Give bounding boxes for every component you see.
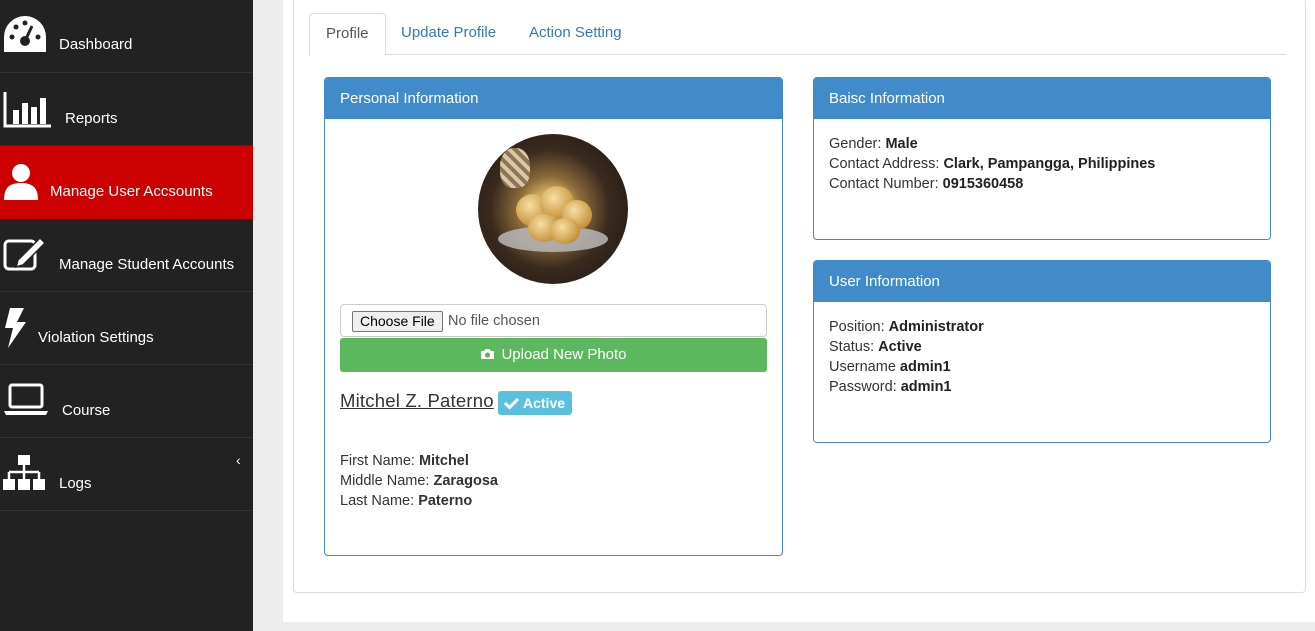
photo-file-input[interactable]: Choose File No file chosen	[340, 304, 767, 337]
position-row: Position: Administrator	[829, 317, 1255, 337]
main-content: Profile Update Profile Action Setting Pe…	[283, 0, 1315, 622]
user-information-panel: User Information Position: Administrator…	[813, 260, 1271, 443]
nav-label-violation-settings: Violation Settings	[38, 329, 154, 346]
full-name-link[interactable]: Mitchel Z. Paterno	[340, 390, 494, 412]
password-row: Password: admin1	[829, 377, 1255, 397]
nav-label-logs: Logs	[59, 475, 92, 492]
tab-bar: Profile Update Profile Action Setting	[309, 13, 1286, 56]
user-information-body: Position: Administrator Status: Active U…	[814, 302, 1270, 412]
laptop-icon	[4, 383, 48, 415]
middle-name-value: Zaragosa	[433, 473, 498, 489]
address-label: Contact Address:	[829, 156, 940, 172]
username-value: admin1	[899, 359, 951, 375]
position-label: Position:	[829, 319, 885, 335]
username-label: Username	[829, 359, 896, 375]
nav-label-manage-user-accounts: Manage User Accsounts	[50, 183, 213, 200]
choose-file-button[interactable]: Choose File	[352, 311, 443, 332]
address-value: Clark, Pampangga, Philippines	[943, 156, 1156, 172]
password-value: admin1	[900, 379, 952, 395]
edit-icon	[3, 236, 47, 271]
chevron-left-icon[interactable]: ‹	[236, 452, 241, 468]
nav-label-course: Course	[62, 402, 111, 419]
tab-update-profile[interactable]: Update Profile	[385, 13, 512, 53]
nav-reports[interactable]: Reports	[0, 73, 253, 146]
nav-dashboard[interactable]: Dashboard	[0, 0, 253, 73]
nav-violation-settings[interactable]: Violation Settings	[0, 292, 253, 365]
nav-label-manage-student-accounts: Manage Student Accounts	[59, 256, 235, 273]
basic-information-panel: Baisc Information Gender: Male Contact A…	[813, 77, 1271, 240]
tab-action-setting[interactable]: Action Setting	[513, 13, 638, 53]
personal-information-panel: Personal Information Choose File No file…	[324, 77, 783, 556]
name-details: First Name: Mitchel Middle Name: Zaragos…	[340, 451, 498, 511]
first-name-label: First Name:	[340, 453, 415, 469]
status-badge-label: Active	[523, 395, 566, 411]
status-label: Status:	[829, 339, 875, 355]
panel-title: Personal Information	[325, 78, 782, 119]
nav-manage-student-accounts[interactable]: Manage Student Accounts	[0, 219, 253, 292]
password-label: Password:	[829, 379, 897, 395]
dashboard-icon	[4, 16, 46, 52]
profile-card: Profile Update Profile Action Setting Pe…	[293, 0, 1306, 593]
upload-photo-button[interactable]: Upload New Photo	[340, 338, 767, 372]
username-row: Username admin1	[829, 357, 1255, 377]
gender-label: Gender:	[829, 136, 882, 152]
bolt-icon	[5, 308, 26, 348]
status-row: Status: Active	[829, 337, 1255, 357]
last-name-label: Last Name:	[340, 493, 415, 509]
user-icon	[4, 164, 38, 200]
file-status: No file chosen	[448, 313, 540, 329]
nav-manage-user-accounts[interactable]: Manage User Accsounts	[0, 146, 253, 219]
nav-label-reports: Reports	[65, 110, 118, 127]
contact-number-label: Contact Number:	[829, 176, 939, 192]
contact-number-value: 0915360458	[942, 176, 1024, 192]
status-value: Active	[878, 339, 922, 355]
last-name-row: Last Name: Paterno	[340, 491, 498, 511]
bar-chart-icon	[3, 92, 51, 128]
last-name-value: Paterno	[418, 493, 473, 509]
sitemap-icon	[3, 455, 45, 490]
check-icon	[503, 397, 520, 410]
nav-label-dashboard: Dashboard	[59, 36, 133, 53]
nav-course[interactable]: Course	[0, 365, 253, 438]
profile-photo	[478, 134, 628, 284]
gender-value: Male	[885, 136, 918, 152]
address-row: Contact Address: Clark, Pampangga, Phili…	[829, 154, 1255, 174]
sidebar: Dashboard Reports Manage User Accsounts …	[0, 0, 253, 631]
camera-icon	[481, 349, 495, 359]
first-name-value: Mitchel	[418, 453, 469, 469]
contact-number-row: Contact Number: 0915360458	[829, 174, 1255, 194]
status-badge: Active	[498, 391, 572, 415]
basic-information-body: Gender: Male Contact Address: Clark, Pam…	[814, 119, 1270, 209]
middle-name-row: Middle Name: Zaragosa	[340, 471, 498, 491]
tab-profile[interactable]: Profile	[309, 13, 386, 56]
gender-row: Gender: Male	[829, 134, 1255, 154]
nav-logs[interactable]: Logs ‹	[0, 438, 253, 511]
upload-photo-label: Upload New Photo	[501, 346, 627, 363]
position-value: Administrator	[888, 319, 984, 335]
first-name-row: First Name: Mitchel	[340, 451, 498, 471]
middle-name-label: Middle Name:	[340, 473, 430, 489]
panel-title: User Information	[814, 261, 1270, 302]
panel-title: Baisc Information	[814, 78, 1270, 119]
